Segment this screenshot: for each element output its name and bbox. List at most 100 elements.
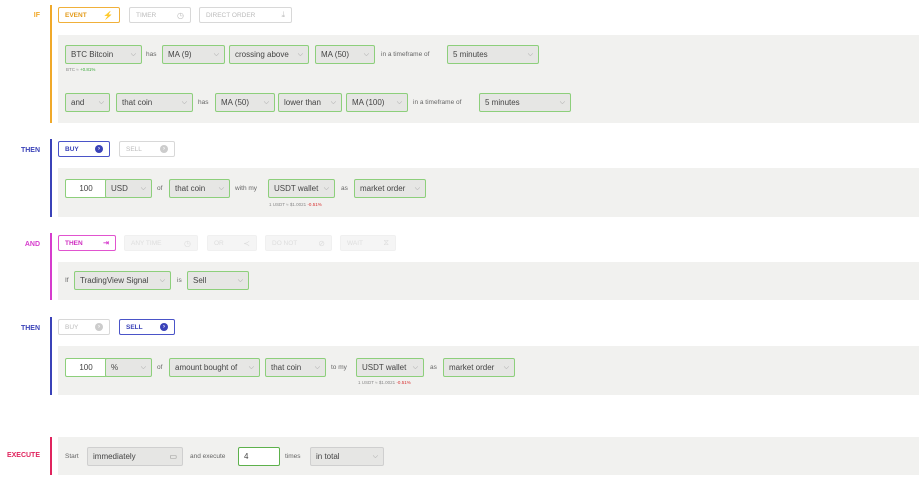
wallet-select[interactable]: USDT wallet ⌵	[268, 179, 335, 198]
target-indicator-select-2[interactable]: MA (100) ⌵	[346, 93, 408, 112]
buy-tab[interactable]: BUY ›	[58, 141, 110, 157]
or-tab-label: OR	[214, 239, 224, 247]
then-bar	[50, 139, 52, 217]
wallet-price-2-label: 1 USDT ≈ $1.0021	[358, 380, 396, 385]
any-time-tab[interactable]: ANY TIME ◷	[124, 235, 198, 251]
if-bar	[50, 5, 52, 123]
to-my-text: to my	[331, 364, 347, 371]
timeframe-text-2: in a timeframe of	[413, 99, 462, 106]
then-label: THEN	[20, 147, 40, 154]
block-icon: ⊘	[318, 238, 325, 248]
chevron-down-icon: ⌵	[314, 363, 320, 371]
direct-order-tab[interactable]: DIRECT ORDER ⤓	[199, 7, 292, 23]
direct-order-tab-label: DIRECT ORDER	[206, 11, 256, 19]
basis-value: amount bought of	[175, 363, 238, 372]
sell-tab[interactable]: SELL ›	[119, 141, 175, 157]
execute-panel	[58, 437, 919, 475]
of-text-2: of	[157, 364, 163, 371]
do-not-tab[interactable]: DO NOT ⊘	[265, 235, 332, 251]
currency-select[interactable]: USD ⌵	[105, 179, 152, 198]
times-input[interactable]: 4	[238, 447, 280, 466]
chevron-down-icon: ⌵	[412, 363, 418, 371]
coin-select-2[interactable]: that coin ⌵	[116, 93, 193, 112]
signal-select[interactable]: TradingView Signal ⌵	[74, 271, 171, 290]
timeframe-2-value: 5 minutes	[485, 98, 520, 107]
conjunction-value: and	[71, 98, 85, 107]
scope-select[interactable]: in total ⌵	[310, 447, 384, 466]
chevron-down-icon: ⌵	[527, 50, 533, 58]
wallet-value: USDT wallet	[274, 184, 319, 193]
download-icon: ⤓	[281, 10, 285, 19]
then-tab-label: THEN	[65, 239, 83, 247]
coin-select-then-2[interactable]: that coin ⌵	[265, 358, 326, 377]
start-select[interactable]: immediately ▭	[87, 447, 183, 466]
wallet-price-2-change: -0.51%	[396, 380, 411, 385]
wait-tab[interactable]: WAIT ⧖	[340, 235, 396, 251]
amount-input-2[interactable]: 100	[65, 358, 107, 377]
signal-value-selected: Sell	[193, 276, 207, 285]
then-tab[interactable]: THEN ⇥	[58, 235, 116, 251]
chevron-down-icon: ⌵	[130, 50, 136, 58]
comparison-select-2[interactable]: lower than ⌵	[278, 93, 342, 112]
chevron-down-icon: ⌵	[372, 452, 378, 460]
as-text-2: as	[430, 364, 437, 371]
amount-input[interactable]: 100	[65, 179, 107, 198]
buy-tab-label: BUY	[65, 145, 79, 153]
do-not-tab-label: DO NOT	[272, 239, 298, 247]
and-execute-text: and execute	[190, 453, 226, 460]
order-type-select-2[interactable]: market order ⌵	[443, 358, 515, 377]
coin-select-then-value: that coin	[175, 184, 206, 193]
timer-tab[interactable]: TIMER ◷	[129, 7, 191, 23]
any-time-tab-label: ANY TIME	[131, 239, 162, 247]
order-type-select[interactable]: market order ⌵	[354, 179, 426, 198]
chevron-down-icon: ⌵	[159, 276, 165, 284]
indicator-select-value: MA (9)	[168, 50, 192, 59]
chevron-down-icon: ⌵	[396, 98, 402, 106]
if-text: If	[65, 277, 69, 284]
sell-tab-2-label: SELL	[126, 323, 143, 331]
or-tab[interactable]: OR ≺	[207, 235, 257, 251]
and-label: AND	[24, 241, 40, 248]
execute-label: EXECUTE	[6, 452, 40, 459]
signal-value: TradingView Signal	[80, 276, 149, 285]
sell-tab-2[interactable]: SELL ›	[119, 319, 175, 335]
btc-price-label: BTC ≈	[66, 67, 79, 72]
execute-bar	[50, 437, 52, 475]
wallet-price-change: -0.51%	[307, 202, 322, 207]
buy-tab-2-label: BUY	[65, 323, 79, 331]
event-tab[interactable]: EVENT ⚡	[58, 7, 120, 23]
has-text: has	[146, 51, 157, 58]
basis-select[interactable]: amount bought of ⌵	[169, 358, 260, 377]
lightning-icon: ⚡	[103, 10, 113, 20]
timeframe-text: in a timeframe of	[381, 51, 430, 58]
wallet-select-2[interactable]: USDT wallet ⌵	[356, 358, 424, 377]
signal-value-select[interactable]: Sell ⌵	[187, 271, 249, 290]
clock-icon: ◷	[184, 238, 191, 248]
unit-select[interactable]: % ⌵	[105, 358, 152, 377]
of-text: of	[157, 185, 163, 192]
split-icon: ≺	[243, 238, 250, 248]
wait-tab-label: WAIT	[347, 239, 364, 247]
hourglass-icon: ⧖	[383, 238, 389, 247]
coin-select-value: BTC Bitcoin	[71, 50, 114, 59]
unit-value: %	[111, 363, 119, 372]
sell-tab-label: SELL	[126, 145, 142, 153]
coin-select-2-value: that coin	[122, 98, 153, 107]
timeframe-select-2[interactable]: 5 minutes ⌵	[479, 93, 571, 112]
target-indicator-select[interactable]: MA (50) ⌵	[315, 45, 375, 64]
coin-select-then[interactable]: that coin ⌵	[169, 179, 230, 198]
wallet-price-label: 1 USDT ≈ $1.0021	[269, 202, 307, 207]
order-type-value: market order	[360, 184, 406, 193]
indicator-select-2[interactable]: MA (50) ⌵	[215, 93, 275, 112]
comparison-select[interactable]: crossing above ⌵	[229, 45, 309, 64]
chevron-down-icon: ⌵	[237, 276, 243, 284]
indicator-select[interactable]: MA (9) ⌵	[162, 45, 225, 64]
buy-tab-2[interactable]: BUY ›	[58, 319, 110, 335]
target-indicator-value: MA (50)	[321, 50, 350, 59]
then-bar-2	[50, 317, 52, 395]
is-text: is	[177, 277, 182, 284]
timeframe-select[interactable]: 5 minutes ⌵	[447, 45, 539, 64]
coin-select[interactable]: BTC Bitcoin ⌵	[65, 45, 142, 64]
timeframe-value: 5 minutes	[453, 50, 488, 59]
conjunction-select[interactable]: and ⌵	[65, 93, 110, 112]
